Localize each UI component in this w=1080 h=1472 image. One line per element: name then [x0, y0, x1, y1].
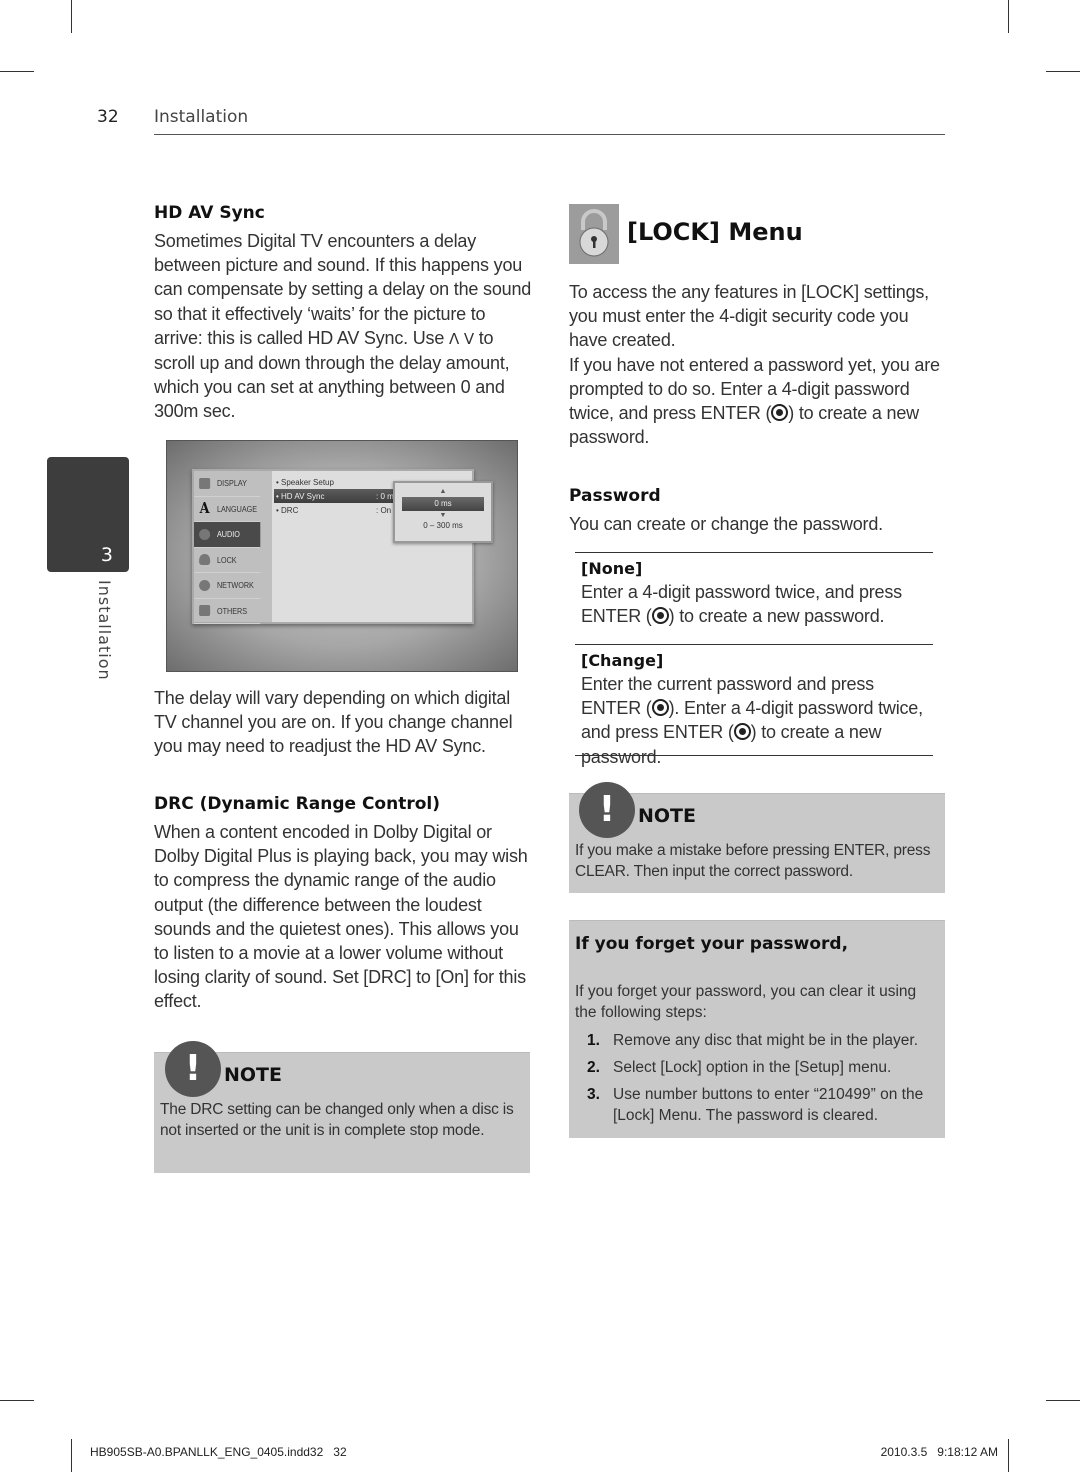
step-item: 2. Select [Lock] option in the [Setup] me… — [587, 1059, 892, 1076]
delay-range: 0 – 300 ms — [423, 521, 463, 530]
lock-menu-title: [LOCK] Menu — [627, 218, 803, 246]
crop-mark — [0, 1400, 34, 1401]
enter-button-icon — [771, 404, 789, 422]
hd-av-sync-section: HD AV Sync Sometimes Digital TV encounte… — [154, 203, 534, 424]
language-icon: A — [199, 499, 210, 518]
password-heading: Password — [569, 486, 661, 506]
note-title: NOTE — [224, 1064, 282, 1086]
option-change: [Change] Enter the current password and … — [581, 651, 936, 769]
option-none-title: [None] — [581, 559, 643, 578]
crop-mark — [1046, 71, 1080, 72]
chapter-number: 3 — [100, 544, 113, 566]
note-box-drc: ! NOTE The DRC setting can be changed on… — [154, 1041, 530, 1173]
setup-sidebar-item-display: DISPLAY — [194, 471, 261, 497]
forgot-password-box: If you forget your password, If you forg… — [569, 920, 945, 1138]
note-title: NOTE — [638, 805, 696, 827]
option-change-title: [Change] — [581, 651, 664, 670]
crop-mark — [1008, 1439, 1009, 1472]
setup-sidebar-item-others: OTHERS — [194, 599, 261, 624]
exclamation-icon: ! — [165, 1041, 221, 1097]
chapter-tab: 3 — [47, 457, 129, 572]
setup-sidebar: DISPLAY A LANGUAGE AUDIO LOCK NETWORK OTH… — [194, 471, 272, 624]
setup-sidebar-item-audio: AUDIO — [194, 522, 261, 548]
setup-sidebar-item-network: NETWORK — [194, 573, 261, 599]
enter-button-icon — [651, 607, 669, 625]
step-item: 1. Remove any disc that might be in the p… — [587, 1032, 918, 1049]
header-rule — [154, 134, 945, 135]
forgot-password-intro: If you forget your password, you can cle… — [575, 983, 917, 1021]
lock-menu-intro: To access the any features in [LOCK] set… — [569, 280, 949, 449]
drc-paragraph: When a content encoded in Dolby Digital … — [154, 822, 528, 1012]
lock-icon — [199, 554, 211, 566]
crop-mark — [0, 71, 34, 72]
hd-av-sync-followup: The delay will vary depending on which d… — [154, 686, 534, 759]
network-icon — [199, 579, 211, 591]
hd-av-sync-paragraph-2: The delay will vary depending on which d… — [154, 688, 513, 757]
crop-mark — [71, 0, 72, 33]
enter-button-icon — [651, 699, 669, 717]
footer-file-info: HB905SB-A0.BPANLLK_ENG_0405.indd32 32 — [90, 1445, 347, 1459]
option-rule — [575, 552, 933, 553]
enter-button-icon — [733, 723, 751, 741]
setup-sidebar-item-language: A LANGUAGE — [194, 497, 261, 522]
password-intro: You can create or change the password. — [569, 514, 883, 534]
option-rule — [575, 755, 933, 756]
hd-av-sync-heading: HD AV Sync — [154, 203, 265, 223]
forgot-password-heading: If you forget your password, — [575, 934, 849, 954]
delay-value: 0 ms — [402, 497, 484, 511]
drc-section: DRC (Dynamic Range Control) When a conte… — [154, 794, 534, 1014]
popup-down-arrow-icon: ▼ — [439, 512, 447, 519]
setup-menu-screenshot: DISPLAY A LANGUAGE AUDIO LOCK NETWORK OTH… — [166, 440, 518, 672]
chapter-label: Installation — [95, 580, 114, 681]
delay-popup: ▲ 0 ms ▼ 0 – 300 ms — [393, 481, 493, 543]
section-title: Installation — [154, 107, 249, 127]
note-box-password: ! NOTE If you make a mistake before pres… — [569, 782, 945, 893]
option-rule — [575, 644, 933, 645]
hd-av-sync-paragraph: Sometimes Digital TV encounters a delay … — [154, 231, 532, 422]
forgot-password-steps: 1. Remove any disc that might be in the p… — [587, 1030, 939, 1132]
popup-up-arrow-icon: ▲ — [439, 488, 447, 495]
lock-paragraph-1: To access the any features in [LOCK] set… — [569, 282, 929, 351]
audio-icon — [199, 528, 211, 540]
password-section: Password You can create or change the pa… — [569, 486, 949, 536]
footer-timestamp: 2010.3.5 9:18:12 AM — [880, 1445, 998, 1459]
others-icon — [199, 605, 211, 617]
note-text: The DRC setting can be changed only when… — [160, 1101, 514, 1139]
crop-mark — [1008, 0, 1009, 33]
setup-sidebar-item-lock: LOCK — [194, 548, 261, 573]
option-none-text: Enter a 4-digit password twice, and pres… — [581, 582, 902, 627]
lock-icon — [569, 204, 619, 264]
lock-paragraph-2: If you have not entered a password yet, … — [569, 354, 940, 448]
display-icon — [199, 477, 211, 489]
down-arrow-icon: V — [463, 329, 474, 348]
crop-mark — [1046, 1400, 1080, 1401]
drc-heading: DRC (Dynamic Range Control) — [154, 794, 440, 814]
step-item: 3. Use number buttons to enter “210499” o… — [587, 1086, 924, 1124]
note-text: If you make a mistake before pressing EN… — [575, 842, 931, 880]
crop-mark — [71, 1439, 72, 1472]
option-none: [None] Enter a 4-digit password twice, a… — [581, 559, 936, 628]
exclamation-icon: ! — [579, 782, 635, 838]
up-arrow-icon: Λ — [448, 329, 460, 348]
page-number: 32 — [97, 107, 119, 127]
